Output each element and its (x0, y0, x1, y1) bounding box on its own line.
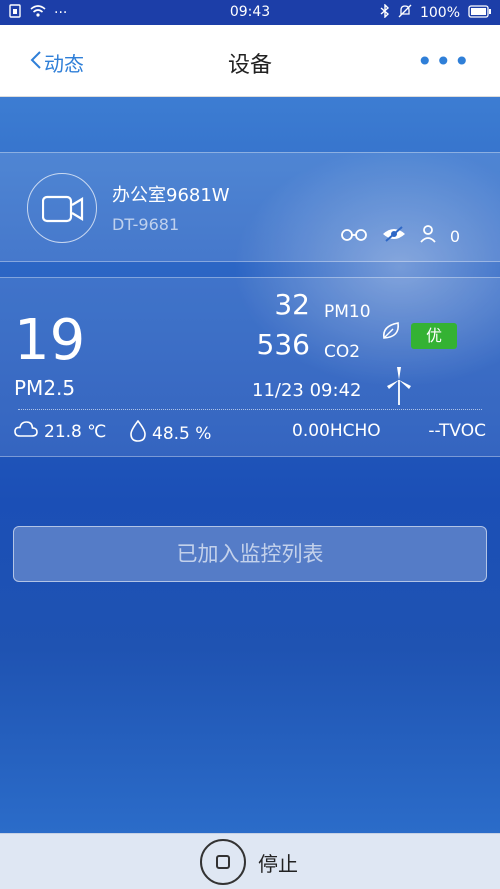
pm25-value: 19 (14, 308, 86, 373)
tvoc-reading: --TVOC (428, 421, 486, 441)
hcho-reading: 0.00HCHO (292, 421, 381, 441)
device-detail-panel: 办公室9681W DT-9681 0 19 PM2.5 32 PM10 536 … (0, 97, 500, 833)
viewer-count: 0 (449, 226, 460, 246)
temperature-reading: 21.8 ℃ (14, 420, 106, 443)
windmill-icon (386, 366, 412, 410)
quality-badge: 优 (411, 323, 457, 349)
water-drop-icon (130, 419, 146, 447)
bluetooth-icon (380, 3, 390, 22)
air-quality-card: 19 PM2.5 32 PM10 536 CO2 优 11/23 09:42 2… (0, 277, 500, 457)
camera-icon (27, 173, 97, 243)
pm25-label: PM2.5 (14, 376, 76, 400)
reading-datetime: 11/23 09:42 (252, 380, 362, 401)
humidity-value: 48.5 % (152, 423, 212, 444)
stop-button[interactable]: 停止 (200, 839, 298, 885)
divider (18, 409, 482, 410)
stop-icon (200, 839, 246, 885)
co2-label: CO2 (324, 342, 361, 362)
device-card[interactable]: 办公室9681W DT-9681 0 (0, 152, 500, 262)
mute-bell-icon (398, 4, 412, 22)
leaf-icon (380, 320, 402, 346)
co2-value: 536 (256, 328, 310, 361)
temperature-value: 21.8 ℃ (44, 421, 107, 442)
nav-bar: 动态 设备 ••• (0, 25, 500, 97)
pm10-label: PM10 (324, 302, 371, 322)
status-right: 100% (380, 3, 492, 22)
humidity-reading: 48.5 % (130, 419, 212, 447)
eye-hidden-icon[interactable] (382, 226, 406, 246)
device-status-icons: 0 (340, 225, 460, 247)
ellipsis-icon: ••• (416, 45, 472, 78)
user-icon (420, 225, 436, 247)
device-name: 办公室9681W (112, 185, 230, 206)
battery-icon (468, 4, 492, 22)
stop-label: 停止 (258, 851, 298, 876)
pm10-value: 32 (274, 288, 310, 321)
more-menu-button[interactable]: ••• (416, 45, 472, 78)
link-icon[interactable] (340, 227, 368, 246)
battery-percent: 100% (419, 5, 460, 21)
device-id: DT-9681 (112, 215, 180, 234)
status-bar: ··· 09:43 100% (0, 0, 500, 25)
cloud-icon (14, 420, 38, 443)
bottom-bar: 停止 (0, 833, 500, 889)
added-to-monitor-button[interactable]: 已加入监控列表 (13, 526, 487, 582)
